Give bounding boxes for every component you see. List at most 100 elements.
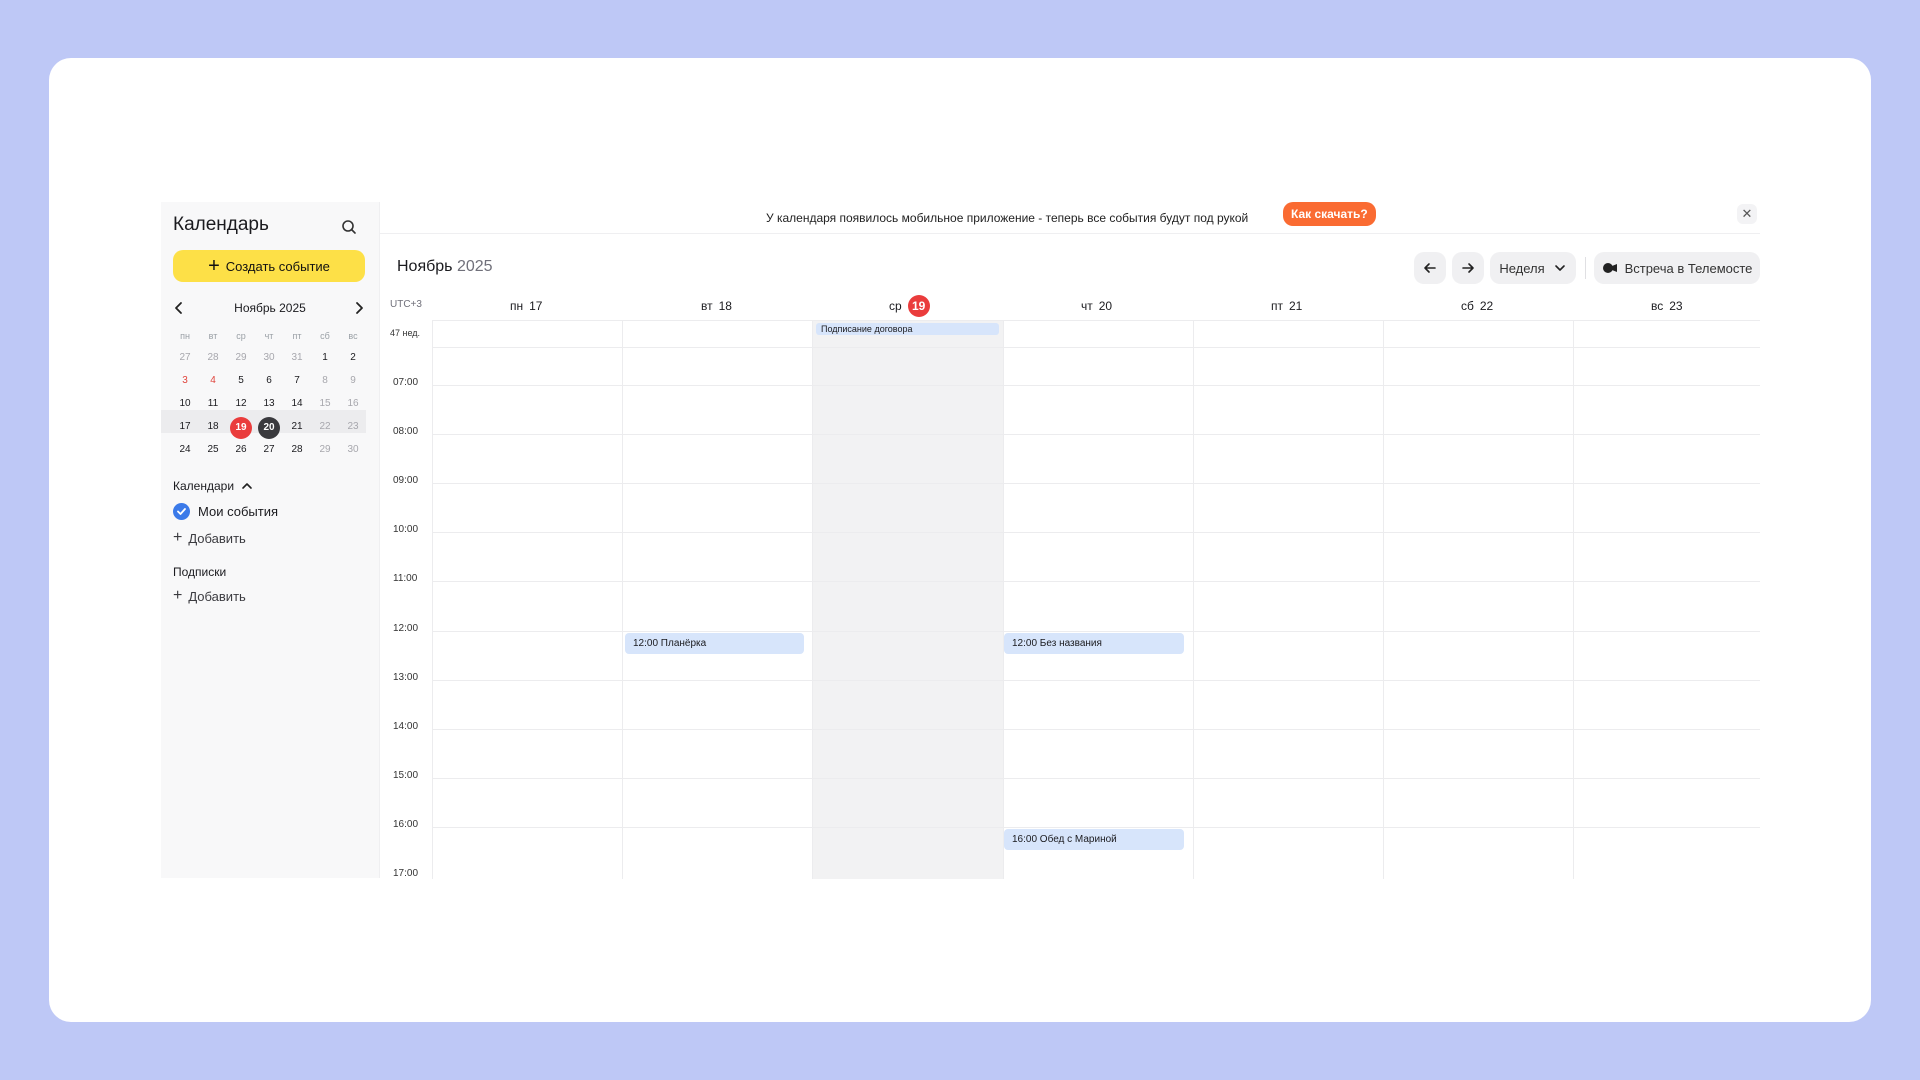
mini-day[interactable]: 8 <box>311 371 339 391</box>
today-column <box>812 321 1003 879</box>
mini-day[interactable]: 16 <box>339 394 367 414</box>
hour-line <box>432 532 1760 533</box>
prev-week-button[interactable] <box>1414 252 1446 284</box>
mini-day[interactable]: 24 <box>171 440 199 460</box>
mini-day[interactable]: 13 <box>255 394 283 414</box>
chevron-down-icon <box>1554 265 1565 271</box>
mini-day[interactable]: 3 <box>171 371 199 391</box>
create-event-button[interactable]: + Создать событие <box>173 250 365 282</box>
day-header-sat[interactable]: сб 22 <box>1461 296 1493 316</box>
day-header-thu[interactable]: чт 20 <box>1081 296 1112 316</box>
day-header-num: 20 <box>1098 299 1113 313</box>
mini-day[interactable]: 2 <box>339 348 367 368</box>
mini-day-today[interactable]: 19 <box>227 416 255 439</box>
checkbox-checked-icon[interactable] <box>173 503 190 520</box>
event-item[interactable]: 12:00 Без названия <box>1004 633 1184 654</box>
week-number-label: 47 нед. <box>390 328 421 338</box>
add-calendar-link[interactable]: + Добавить <box>173 530 246 546</box>
mini-day[interactable]: 15 <box>311 394 339 414</box>
mini-day[interactable]: 27 <box>255 440 283 460</box>
mini-day[interactable]: 10 <box>171 394 199 414</box>
mini-day[interactable]: 29 <box>311 440 339 460</box>
dow-label: вс <box>348 331 358 341</box>
hour-line <box>432 483 1760 484</box>
mini-day[interactable]: 30 <box>255 348 283 368</box>
column-divider <box>1383 321 1384 879</box>
hour-line <box>432 680 1760 681</box>
mini-day[interactable]: 23 <box>339 417 367 437</box>
mini-day[interactable]: 26 <box>227 440 255 460</box>
hour-label: 16:00 <box>393 819 419 830</box>
week-grid[interactable]: Подписание договора 12:00 Планёрка 12:00… <box>432 320 1760 879</box>
hour-label: 17:00 <box>393 868 419 879</box>
mini-day[interactable]: 14 <box>283 394 311 414</box>
mini-day[interactable]: 28 <box>283 440 311 460</box>
mini-day[interactable]: 25 <box>199 440 227 460</box>
sidebar-divider <box>379 202 380 878</box>
mini-day[interactable]: 27 <box>171 348 199 368</box>
mini-day[interactable]: 31 <box>283 348 311 368</box>
hour-label: 15:00 <box>393 770 419 781</box>
column-divider <box>1573 321 1574 879</box>
add-calendar-label: Добавить <box>188 530 246 546</box>
add-subscription-link[interactable]: + Добавить <box>173 588 246 604</box>
column-divider <box>622 321 623 879</box>
mini-day[interactable]: 22 <box>311 417 339 437</box>
mini-calendar-week: 24 25 26 27 28 29 30 <box>171 438 367 461</box>
hour-line <box>432 778 1760 779</box>
mini-day-selected[interactable]: 20 <box>255 416 283 439</box>
mini-day[interactable]: 9 <box>339 371 367 391</box>
day-header-dow: пт <box>1271 299 1283 313</box>
event-all-day[interactable]: Подписание договора <box>816 323 999 335</box>
hour-line <box>432 385 1760 386</box>
mini-day[interactable]: 29 <box>227 348 255 368</box>
page-title: Ноябрь 2025 <box>397 258 493 276</box>
event-item[interactable]: 12:00 Планёрка <box>625 633 804 654</box>
mini-day[interactable]: 28 <box>199 348 227 368</box>
event-item[interactable]: 16:00 Обед с Мариной <box>1004 829 1184 850</box>
plus-icon: + <box>208 255 220 277</box>
calendar-my-events[interactable]: Мои события <box>173 503 278 520</box>
promo-banner: У календаря появилось мобильное приложен… <box>379 200 1760 234</box>
dow-label: пт <box>292 331 302 341</box>
day-header-dow: пн <box>510 299 524 313</box>
column-divider <box>1003 321 1004 879</box>
mini-day[interactable]: 18 <box>199 417 227 437</box>
mini-day[interactable]: 12 <box>227 394 255 414</box>
view-select-label: Неделя <box>1499 260 1545 276</box>
mini-day[interactable]: 7 <box>283 371 311 391</box>
mini-day[interactable]: 17 <box>171 417 199 437</box>
view-select[interactable]: Неделя <box>1490 252 1576 284</box>
mini-day[interactable]: 5 <box>227 371 255 391</box>
mini-day[interactable]: 30 <box>339 440 367 460</box>
mini-day[interactable]: 6 <box>255 371 283 391</box>
page-title-year: 2025 <box>456 258 493 275</box>
day-header-wed[interactable]: ср 19 <box>889 295 930 317</box>
telemost-meeting-button[interactable]: Встреча в Телемосте <box>1594 252 1760 284</box>
day-header-sun[interactable]: вс 23 <box>1651 296 1683 316</box>
mini-next-month-icon[interactable] <box>349 298 369 318</box>
calendars-section-toggle[interactable]: Календари <box>173 479 254 493</box>
dow-label: ср <box>236 331 246 341</box>
close-icon[interactable]: ✕ <box>1737 204 1757 224</box>
hour-label: 09:00 <box>393 475 419 486</box>
subscriptions-section-title: Подписки <box>173 565 227 579</box>
day-header-tue[interactable]: вт 18 <box>701 296 732 316</box>
mini-day[interactable]: 1 <box>311 348 339 368</box>
mini-day[interactable]: 4 <box>199 371 227 391</box>
next-week-button[interactable] <box>1452 252 1484 284</box>
all-day-row[interactable] <box>432 321 1760 348</box>
mini-day[interactable]: 11 <box>199 394 227 414</box>
column-divider <box>432 321 433 879</box>
day-header-fri[interactable]: пт 21 <box>1271 296 1302 316</box>
calendar-my-events-label: Мои события <box>198 504 278 519</box>
mini-calendar-dow-row: пн вт ср чт пт сб вс <box>171 326 367 346</box>
mini-calendar-week: 10 11 12 13 14 15 16 <box>171 392 367 415</box>
mini-day[interactable]: 21 <box>283 417 311 437</box>
day-header-mon[interactable]: пн 17 <box>510 296 542 316</box>
mini-day-selected-number: 20 <box>258 416 280 439</box>
mini-calendar-grid: пн вт ср чт пт сб вс 27 28 29 30 31 1 2 … <box>171 326 367 461</box>
search-icon[interactable] <box>337 215 361 239</box>
banner-text: У календаря появилось мобильное приложен… <box>766 211 1249 225</box>
banner-download-button[interactable]: Как скачать? <box>1283 202 1376 226</box>
